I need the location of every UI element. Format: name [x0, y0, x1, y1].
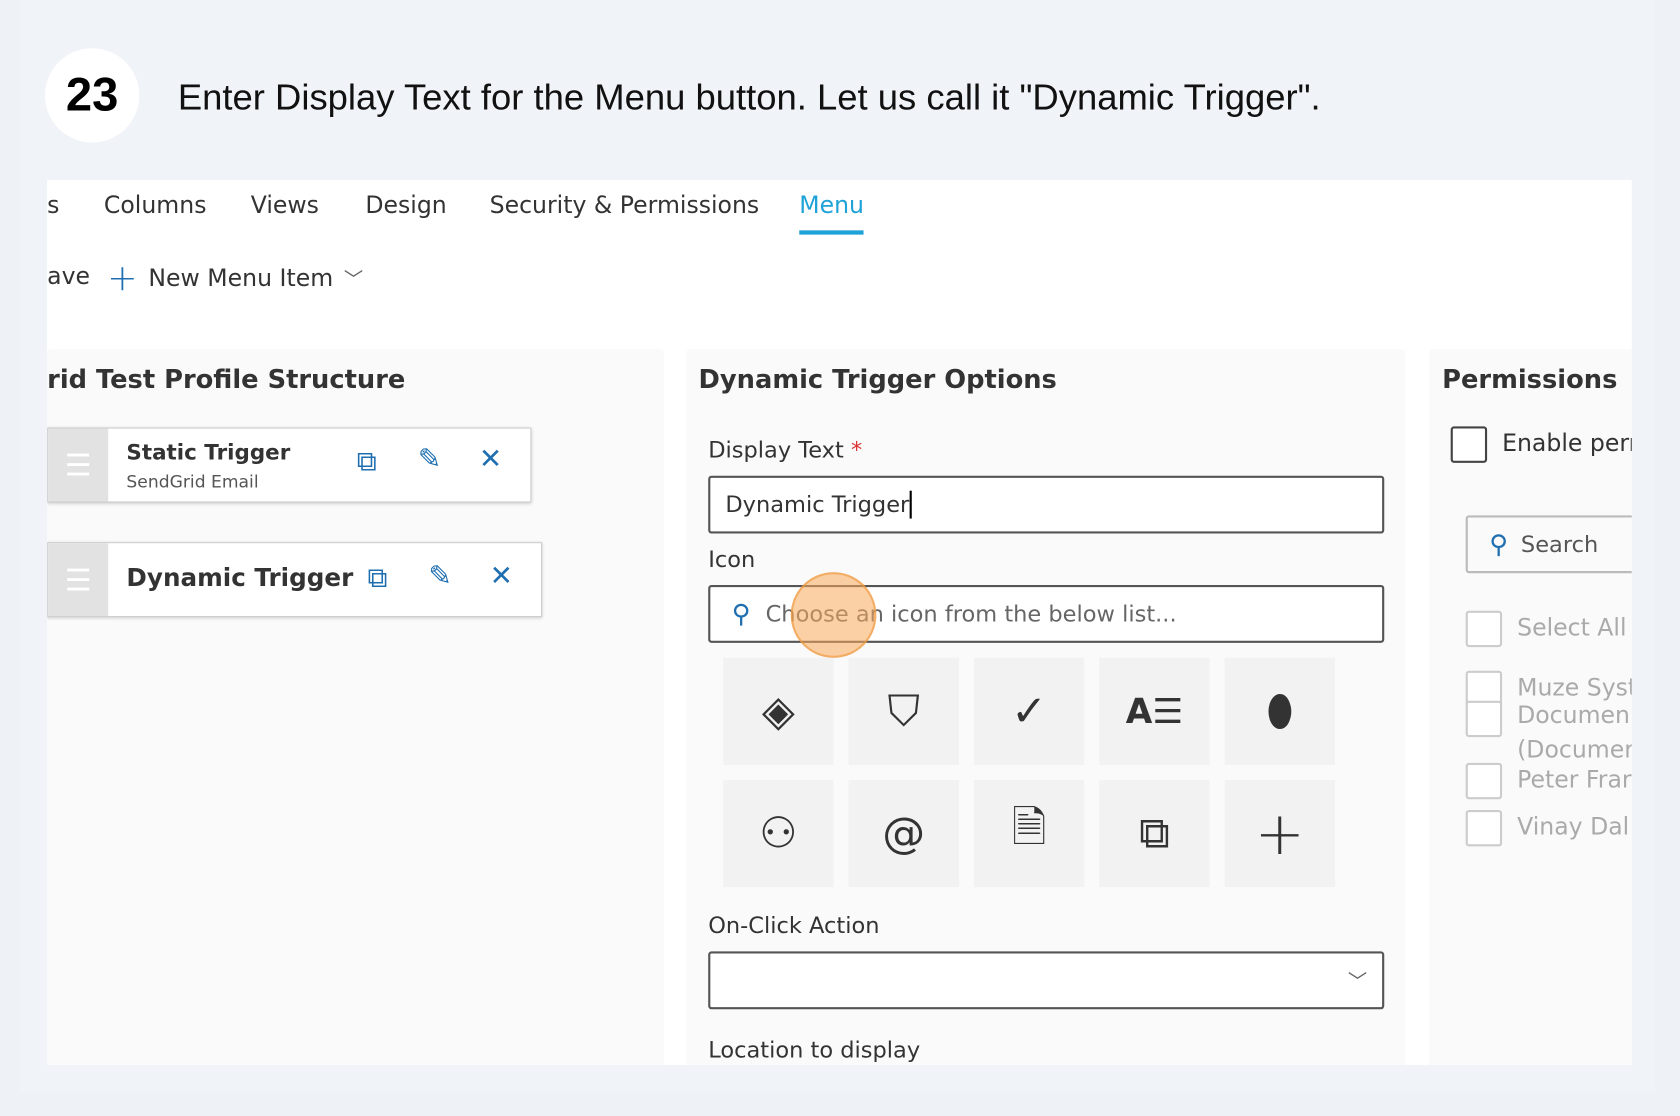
permissions-title: Permissions — [1442, 364, 1618, 395]
structure-title: rid Test Profile Structure — [47, 364, 406, 395]
user-checkbox[interactable] — [1465, 762, 1503, 800]
item-subtitle: SendGrid Email — [126, 471, 259, 492]
database-icon[interactable]: ⬮ — [1224, 657, 1335, 765]
new-menu-item-button[interactable]: + New Menu Item ﹀ — [107, 257, 363, 300]
drag-handle-icon[interactable]: ☰ — [48, 543, 109, 617]
permissions-search-input[interactable]: ⚲ Search — [1465, 515, 1632, 574]
user-label: Peter Frar — [1517, 767, 1632, 794]
chat-bubbles-icon[interactable]: ⧉ — [367, 562, 387, 595]
location-label: Location to display — [708, 1037, 921, 1063]
item-title: Static Trigger — [126, 439, 291, 465]
select-all-checkbox[interactable] — [1465, 610, 1503, 648]
close-icon[interactable]: ✕ — [479, 444, 502, 476]
pencil-icon[interactable]: ✎ — [429, 560, 452, 592]
chevron-down-icon: ﹀ — [343, 268, 364, 292]
select-all-label: Select All — [1517, 614, 1627, 642]
save-button[interactable]: ave — [47, 264, 90, 291]
chevron-down-icon: ﹀ — [1347, 970, 1368, 994]
azure-devops-icon[interactable]: ◈ — [723, 657, 834, 765]
tab-columns[interactable]: Columns — [104, 193, 207, 220]
user-label: (Documer — [1517, 737, 1632, 761]
checkmark-icon[interactable]: ✓ — [973, 657, 1085, 765]
plus-icon[interactable]: + — [1224, 779, 1335, 888]
step-number: 23 — [44, 48, 140, 143]
new-menu-item-label: New Menu Item — [148, 265, 334, 292]
item-title: Dynamic Trigger — [126, 564, 354, 593]
plus-icon: + — [107, 257, 138, 300]
options-title: Dynamic Trigger Options — [698, 364, 1057, 395]
close-icon[interactable]: ✕ — [490, 560, 513, 592]
document-check-icon[interactable]: 🗎 — [973, 779, 1085, 888]
user-label: Muze Syst — [1517, 674, 1632, 702]
tab-security-permissions[interactable]: Security & Permissions — [490, 193, 760, 220]
on-click-select[interactable]: ﹀ — [708, 951, 1385, 1010]
user-checkbox[interactable] — [1465, 809, 1503, 847]
tab-menu[interactable]: Menu — [799, 193, 865, 235]
tab-partial[interactable]: s — [47, 193, 59, 220]
tab-views[interactable]: Views — [251, 193, 319, 220]
enable-permissions-checkbox[interactable] — [1450, 426, 1488, 463]
pencil-icon[interactable]: ✎ — [418, 444, 441, 476]
enable-permissions-label: Enable perr — [1502, 430, 1632, 458]
on-click-label: On-Click Action — [708, 912, 880, 939]
user-checkbox[interactable] — [1465, 700, 1503, 738]
search-icon: ⚲ — [1489, 529, 1509, 560]
user-briefcase-icon[interactable]: ⚇ — [723, 779, 834, 888]
search-icon: ⚲ — [731, 598, 751, 629]
user-label: Documen — [1517, 702, 1630, 730]
user-label: Vinay Dal — [1517, 814, 1630, 842]
chat-bubbles-icon[interactable]: ⧉ — [1099, 779, 1210, 888]
click-indicator — [790, 572, 877, 658]
at-sign-icon[interactable]: @ — [848, 779, 959, 888]
chat-bubbles-icon[interactable]: ⧉ — [357, 446, 377, 479]
step-instruction: Enter Display Text for the Menu button. … — [177, 77, 1321, 118]
icon-grid: ◈ ⛉ ✓ A☰ ⬮ ⚇ @ 🗎 ⧉ + — [723, 657, 1335, 888]
menu-item-dynamic-trigger[interactable]: ☰ Dynamic Trigger ⧉ ✎ ✕ — [47, 542, 543, 618]
tab-design[interactable]: Design — [365, 193, 446, 220]
display-text-label: Display Text * — [708, 437, 863, 463]
icon-label: Icon — [708, 546, 756, 573]
display-text-input[interactable]: Dynamic Trigger — [708, 475, 1385, 534]
drag-handle-icon[interactable]: ☰ — [48, 428, 109, 502]
access-database-icon[interactable]: A☰ — [1099, 657, 1210, 765]
app-screenshot: s Columns Views Design Security & Permis… — [47, 179, 1632, 1065]
menu-item-static-trigger[interactable]: ☰ Static Trigger SendGrid Email ⧉ ✎ ✕ — [47, 427, 532, 503]
shield-lightning-icon[interactable]: ⛉ — [848, 657, 959, 765]
